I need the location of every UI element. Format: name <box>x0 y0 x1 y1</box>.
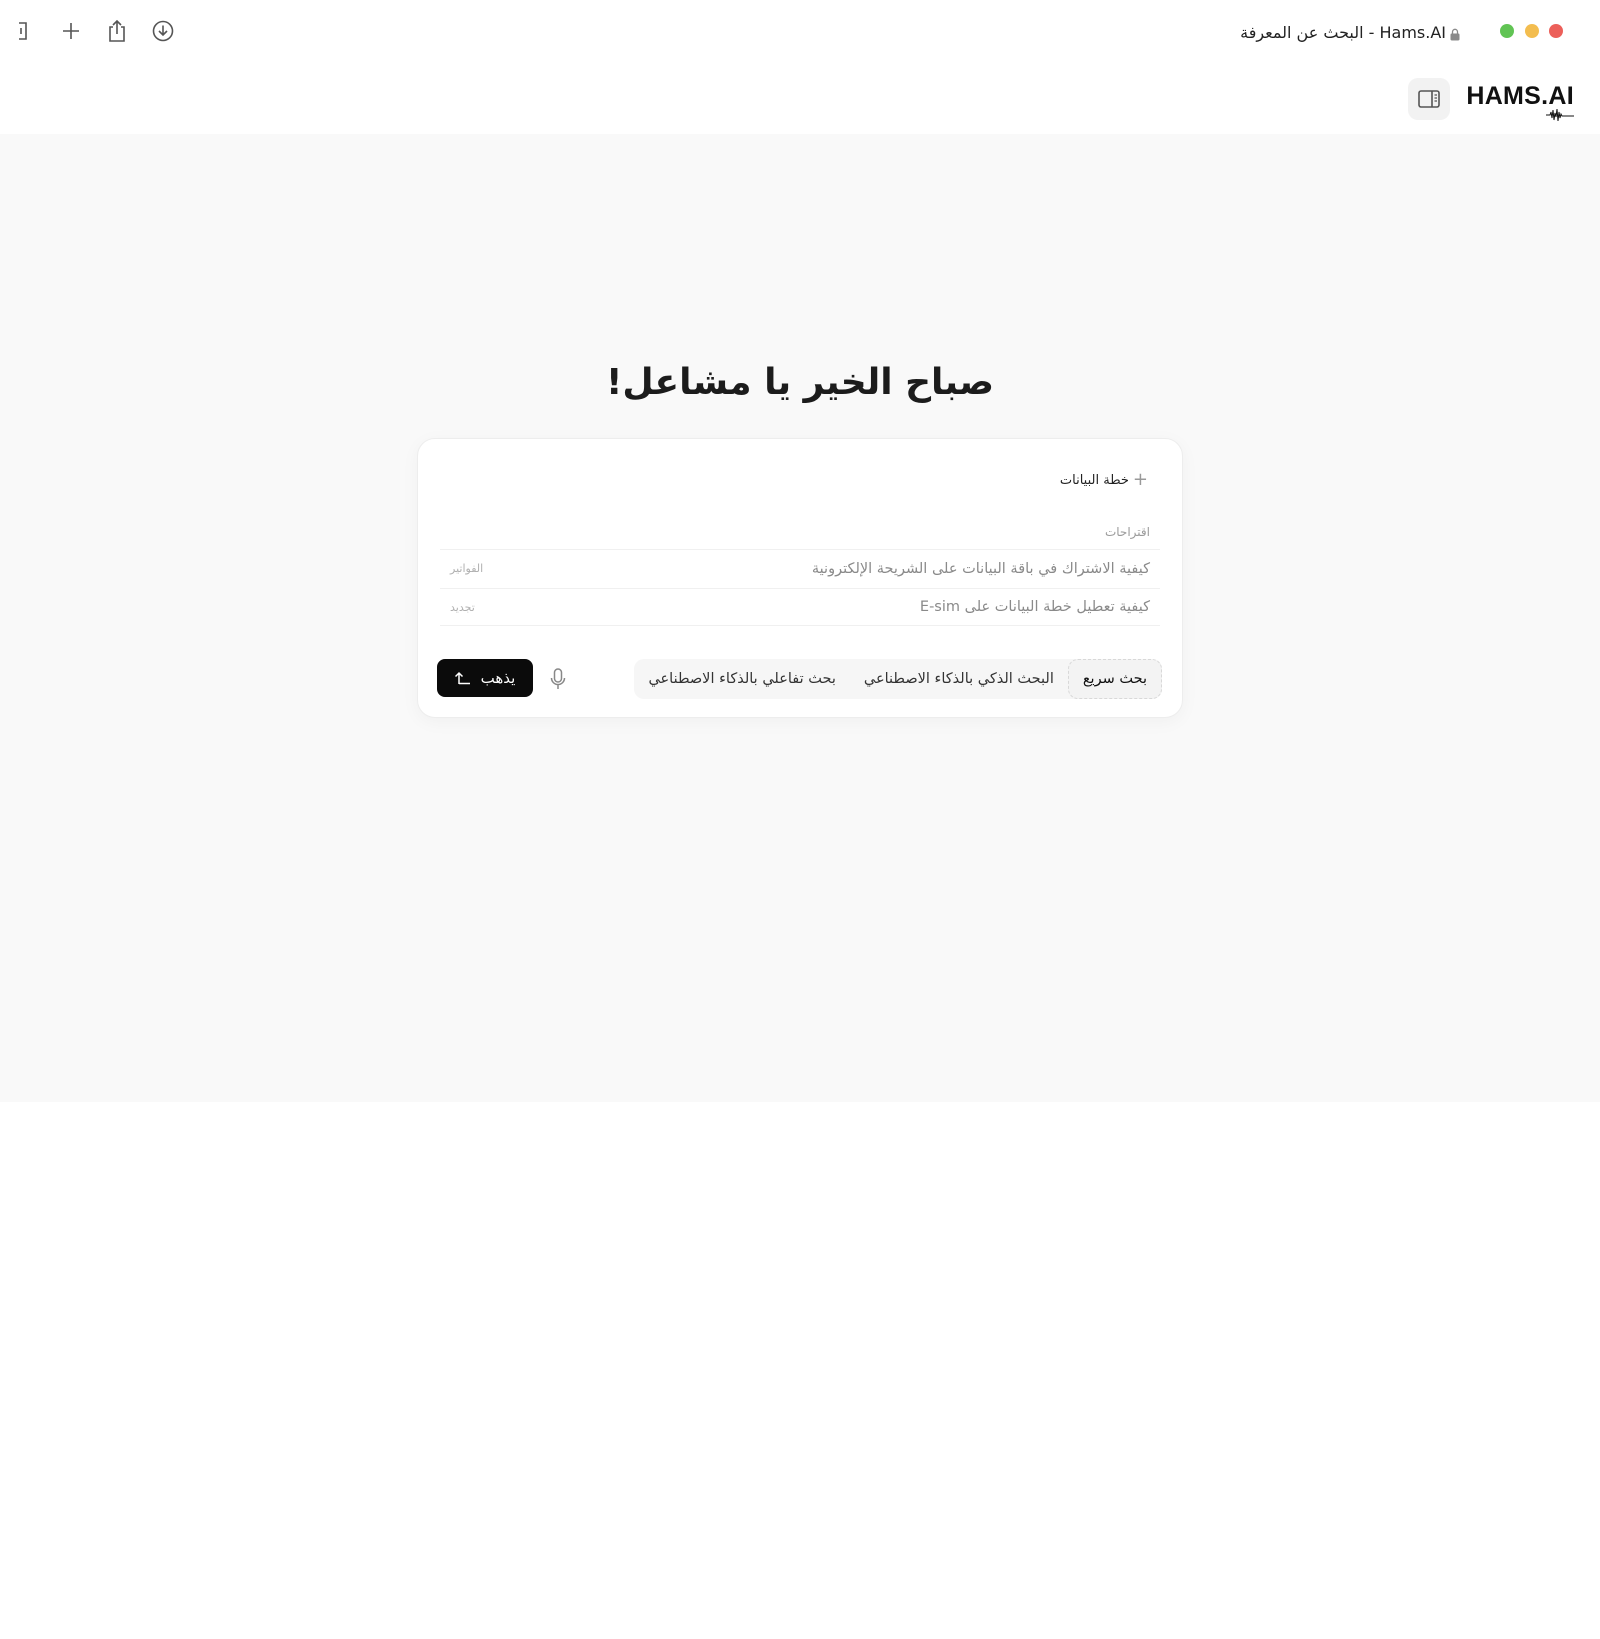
suggestion-tag: الفواتير <box>450 562 484 575</box>
logo[interactable]: HAMS.AI <box>1464 74 1574 124</box>
suggestion-tag: تجديد <box>450 600 475 614</box>
download-icon[interactable] <box>150 18 176 44</box>
window-close-button[interactable] <box>1549 24 1563 38</box>
data-plan-label: خطة البيانات <box>1059 472 1129 488</box>
search-card: + خطة البيانات اقتراحات كيفية الاشتراك ف… <box>417 438 1183 718</box>
window-zoom-button[interactable] <box>1500 24 1514 38</box>
greeting-heading: صباح الخير يا مشاعل! <box>605 362 995 403</box>
logo-text: HAMS.AI <box>1466 82 1574 110</box>
lock-icon <box>1450 26 1460 41</box>
window-titlebar: البحث عن المعرفة - Hams.AI <box>0 0 1600 64</box>
suggestion-text: كيفية الاشتراك في باقة البيانات على الشر… <box>811 560 1150 577</box>
share-icon[interactable] <box>104 18 130 44</box>
suggestion-text: كيفية تعطيل خطة البيانات على E-sim <box>919 599 1150 615</box>
window-minimize-button[interactable] <box>1525 24 1539 38</box>
go-button[interactable]: يذهب <box>437 659 533 697</box>
main-area: صباح الخير يا مشاعل! + خطة البيانات اقتر… <box>0 134 1600 1102</box>
mode-quick-search[interactable]: بحث سريع <box>1067 659 1162 699</box>
sidebar-bracket-icon[interactable] <box>10 18 36 44</box>
suggestion-item[interactable]: كيفية الاشتراك في باقة البيانات على الشر… <box>440 549 1160 587</box>
mode-interactive-ai-search[interactable]: بحث تفاعلي بالذكاء الاصطناعي <box>634 659 849 699</box>
microphone-icon[interactable] <box>546 667 570 691</box>
window-title: البحث عن المعرفة - Hams.AI <box>1240 20 1460 44</box>
suggestion-item[interactable]: كيفية تعطيل خطة البيانات على E-sim تجديد <box>440 588 1160 626</box>
panel-toggle-button[interactable] <box>1408 78 1450 120</box>
go-button-label: يذهب <box>480 669 516 687</box>
plus-icon: + <box>1132 469 1148 490</box>
suggestions-label: اقتراحات <box>1104 525 1150 539</box>
plus-icon[interactable] <box>58 18 84 44</box>
app-header: HAMS.AI <box>0 64 1600 134</box>
mode-smart-ai-search[interactable]: البحث الذكي بالذكاء الاصطناعي <box>850 659 1068 699</box>
search-mode-selector: بحث سريع البحث الذكي بالذكاء الاصطناعي ب… <box>634 659 1162 699</box>
data-plan-chip[interactable]: + خطة البيانات <box>1060 471 1148 489</box>
panel-right-icon <box>1418 90 1440 108</box>
window-title-text: البحث عن المعرفة - Hams.AI <box>1240 22 1446 42</box>
waveform-icon <box>1546 108 1574 122</box>
arrow-up-return-icon <box>454 671 470 685</box>
